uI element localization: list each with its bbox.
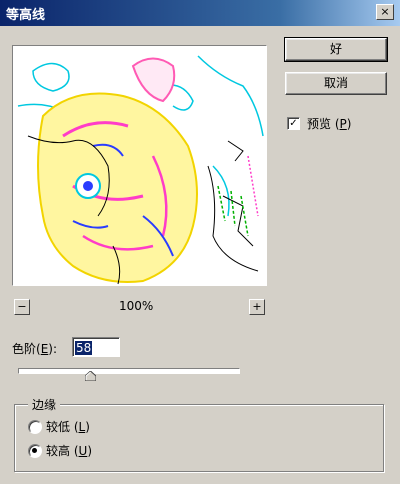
cancel-button[interactable]: 取消	[285, 72, 387, 95]
title-bar[interactable]: 等高线 ×	[0, 0, 400, 26]
level-slider-track[interactable]	[18, 368, 240, 374]
contour-preview-image	[13, 46, 266, 285]
zoom-out-button[interactable]: −	[14, 299, 30, 315]
close-button[interactable]: ×	[376, 4, 394, 20]
zoom-level: 100%	[119, 299, 154, 313]
edge-lower-label: 较低 (L)	[46, 420, 90, 434]
edge-higher-mnemonic: U	[78, 444, 88, 458]
preview-label: 预览 (P)	[307, 117, 352, 131]
level-label-text: 色阶	[12, 342, 37, 356]
zoom-in-button[interactable]: +	[249, 299, 265, 315]
ok-button[interactable]: 好	[284, 37, 388, 62]
preview-checkbox[interactable]: ✓	[287, 117, 300, 130]
edge-higher-label: 较高 (U)	[46, 444, 92, 458]
level-input[interactable]: 58	[72, 337, 120, 357]
filter-preview[interactable]	[12, 45, 267, 286]
preview-label-text: 预览	[307, 117, 332, 131]
level-value: 58	[75, 341, 93, 355]
edge-group	[14, 404, 384, 472]
radio-selected-dot	[32, 448, 37, 453]
edge-higher-text: 较高	[46, 444, 71, 458]
level-label: 色阶(E):	[12, 342, 58, 356]
edge-lower-mnemonic: L	[78, 420, 86, 434]
edge-higher-radio[interactable]	[28, 444, 42, 458]
preview-mnemonic: P	[339, 117, 347, 131]
level-slider-thumb[interactable]	[84, 371, 96, 381]
edge-group-title: 边缘	[28, 396, 61, 413]
window-title: 等高线	[6, 8, 46, 23]
level-mnemonic: E	[40, 342, 49, 356]
edge-lower-radio[interactable]	[28, 420, 42, 434]
edge-lower-text: 较低	[46, 420, 71, 434]
